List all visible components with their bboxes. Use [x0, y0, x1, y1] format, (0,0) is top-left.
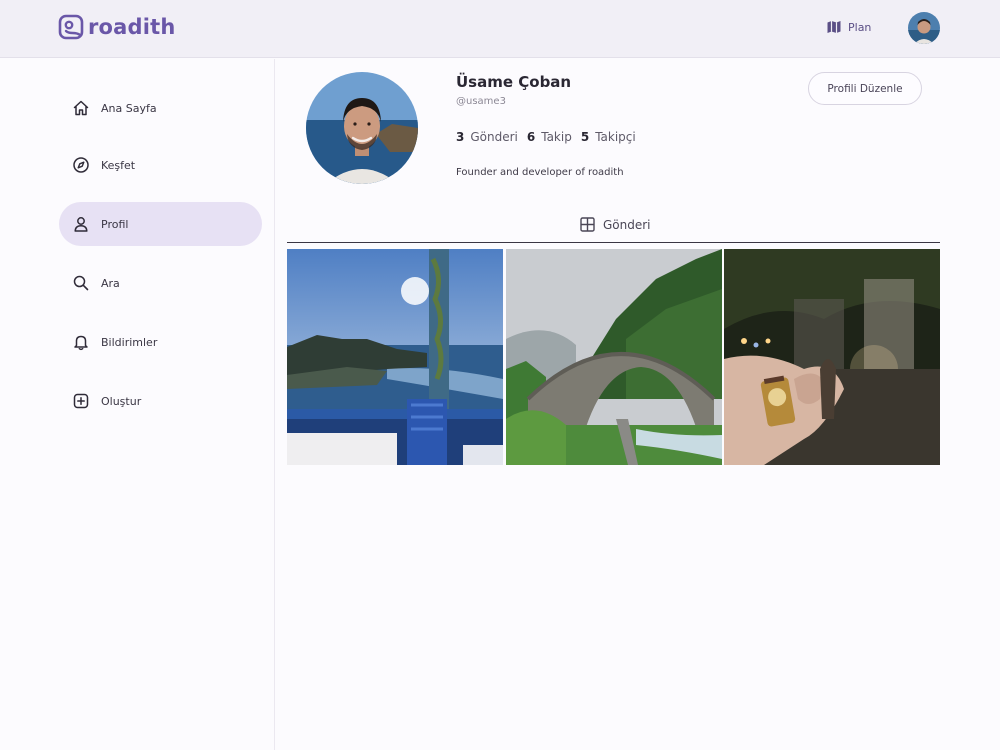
bell-icon [72, 333, 90, 351]
top-bar: roadith Plan [0, 0, 1000, 58]
tab-posts-label: Gönderi [603, 217, 651, 232]
profile-stats: 3 Gönderi 6 Takip 5 Takipçi [456, 130, 636, 144]
sidebar-item-create[interactable]: Oluştur [59, 379, 262, 423]
search-icon [72, 274, 90, 292]
tab-underline [287, 242, 940, 243]
home-icon [72, 99, 90, 117]
logo-text: roadith [88, 15, 176, 39]
sidebar-item-profile[interactable]: Profil [59, 202, 262, 246]
avatar[interactable] [908, 12, 940, 44]
plan-label: Plan [848, 20, 872, 34]
logo[interactable]: roadith [58, 14, 176, 40]
sidebar-item-label: Profil [101, 217, 129, 231]
sidebar: Ana Sayfa Keşfet Profil Ara Bildirimler … [0, 59, 275, 750]
map-icon [827, 21, 841, 33]
stat-followers[interactable]: 5 Takipçi [581, 130, 636, 144]
profile-name: Üsame Çoban [456, 73, 572, 91]
grid-icon [580, 217, 595, 232]
compass-icon [72, 156, 90, 174]
stat-label: Takip [541, 130, 572, 144]
sidebar-item-search[interactable]: Ara [59, 261, 262, 305]
sidebar-item-label: Oluştur [101, 394, 142, 408]
plus-square-icon [72, 392, 90, 410]
stat-value: 6 [526, 130, 536, 144]
profile-handle: @usame3 [456, 96, 506, 107]
post-thumbnail[interactable] [287, 249, 503, 465]
sidebar-item-notifications[interactable]: Bildirimler [59, 320, 262, 364]
stat-label: Takipçi [595, 130, 636, 144]
edit-profile-button[interactable]: Profili Düzenle [808, 72, 922, 105]
logo-icon [58, 14, 84, 40]
sidebar-item-explore[interactable]: Keşfet [59, 143, 262, 187]
sidebar-item-label: Keşfet [101, 158, 136, 172]
stat-value: 5 [580, 130, 590, 144]
sidebar-item-home[interactable]: Ana Sayfa [59, 86, 262, 130]
tab-posts[interactable]: Gönderi [580, 217, 651, 232]
profile-photo [306, 72, 418, 184]
post-thumbnail[interactable] [724, 249, 940, 465]
stat-following[interactable]: 6 Takip [527, 130, 572, 144]
profile-bio: Founder and developer of roadith [456, 167, 624, 178]
stat-value: 3 [456, 130, 465, 144]
stat-label: Gönderi [470, 130, 518, 144]
user-icon [72, 215, 90, 233]
post-thumbnail[interactable] [506, 249, 722, 465]
sidebar-item-label: Ana Sayfa [101, 101, 157, 115]
stat-posts[interactable]: 3 Gönderi [456, 130, 518, 144]
sidebar-item-label: Bildirimler [101, 335, 158, 349]
plan-button[interactable]: Plan [826, 19, 871, 35]
sidebar-item-label: Ara [101, 276, 120, 290]
